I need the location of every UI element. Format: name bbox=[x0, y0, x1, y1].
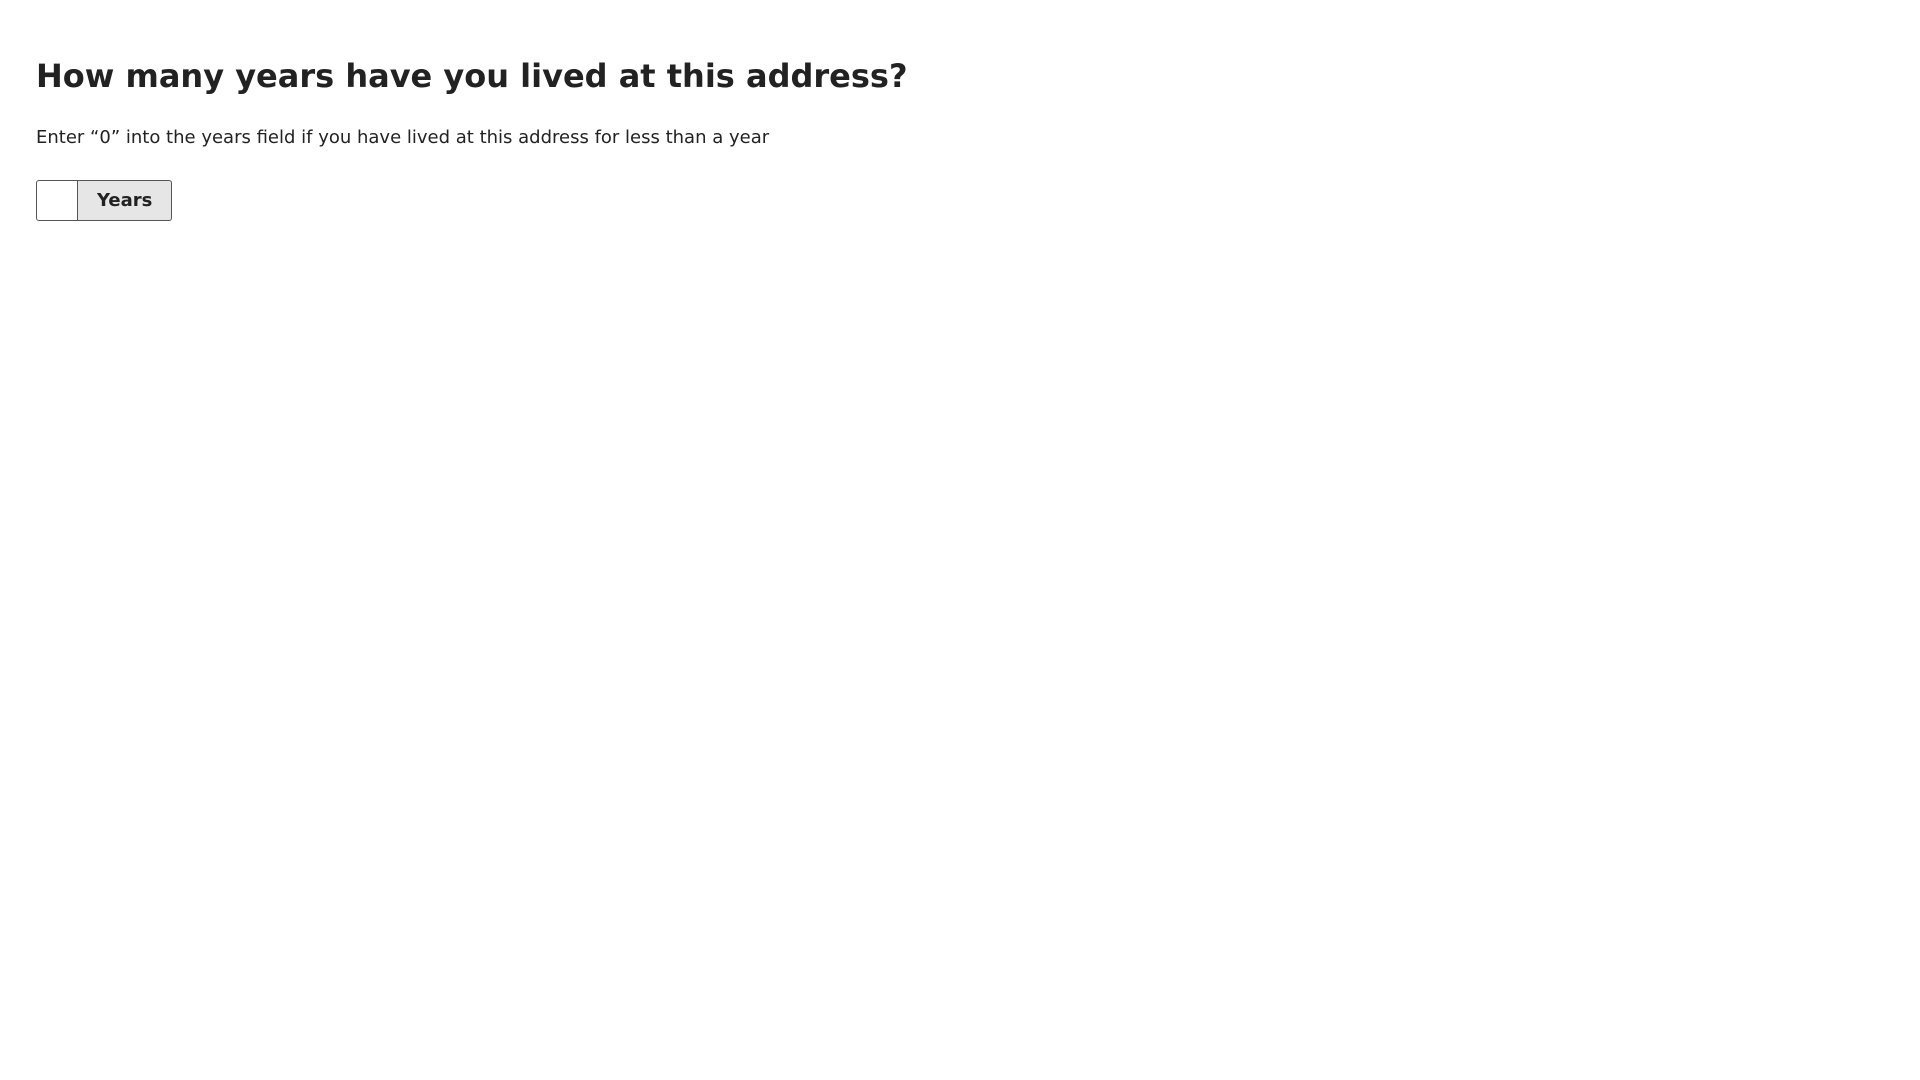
years-input[interactable] bbox=[36, 180, 78, 221]
question-title: How many years have you lived at this ad… bbox=[36, 57, 908, 95]
question-hint: Enter “0” into the years field if you ha… bbox=[36, 127, 770, 148]
years-field-group: Years bbox=[36, 180, 173, 221]
years-unit-label: Years bbox=[78, 180, 173, 221]
